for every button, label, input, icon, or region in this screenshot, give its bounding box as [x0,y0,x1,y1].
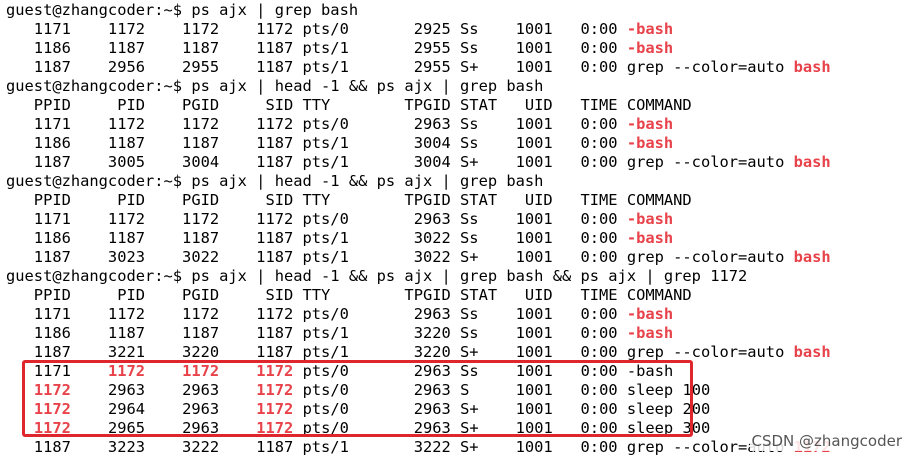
terminal-line: 1186 1187 1187 1187 pts/1 3004 Ss 1001 0… [6,134,673,153]
terminal-line: 1171 1172 1172 1172 pts/0 2925 Ss 1001 0… [6,20,673,39]
terminal-text: PPID PID PGID SID TTY TPGID STAT UID TIM… [6,191,692,209]
terminal-text: 1187 2956 2955 1187 pts/1 2955 S+ 1001 0… [6,58,794,76]
highlighted-match: bash [793,248,831,266]
terminal-text: 1187 3023 3022 1187 pts/1 3022 S+ 1001 0… [6,248,794,266]
highlight-box [22,360,693,437]
terminal-line: 1171 1172 1172 1172 pts/0 2963 Ss 1001 0… [6,115,673,134]
terminal-line: 1187 3023 3022 1187 pts/1 3022 S+ 1001 0… [6,248,831,267]
highlighted-match: bash [793,343,831,361]
highlighted-match: -bash [626,305,674,323]
terminal-line: 1171 1172 1172 1172 pts/0 2963 Ss 1001 0… [6,305,673,324]
terminal-line: PPID PID PGID SID TTY TPGID STAT UID TIM… [6,96,692,115]
terminal-line: 1187 3223 3222 1187 pts/1 3222 S+ 1001 0… [6,438,831,457]
terminal-text: guest@zhangcoder:~$ ps ajx | head -1 && … [6,267,748,285]
terminal-text: 1171 1172 1172 1172 pts/0 2963 Ss 1001 0… [6,210,627,228]
terminal-line: 1186 1187 1187 1187 pts/1 3022 Ss 1001 0… [6,229,673,248]
terminal-line: PPID PID PGID SID TTY TPGID STAT UID TIM… [6,286,692,305]
terminal-text: 1186 1187 1187 1187 pts/1 3004 Ss 1001 0… [6,134,627,152]
terminal-text: 1186 1187 1187 1187 pts/1 3022 Ss 1001 0… [6,229,627,247]
terminal-line: guest@zhangcoder:~$ ps ajx | head -1 && … [6,172,543,191]
terminal-line: guest@zhangcoder:~$ ps ajx | grep bash [6,1,358,20]
terminal-line: 1171 1172 1172 1172 pts/0 2963 Ss 1001 0… [6,210,673,229]
terminal-text: 1186 1187 1187 1187 pts/1 3220 Ss 1001 0… [6,324,627,342]
terminal-text: guest@zhangcoder:~$ ps ajx | head -1 && … [6,172,544,190]
terminal-text: 1171 1172 1172 1172 pts/0 2963 Ss 1001 0… [6,305,627,323]
terminal-text: guest@zhangcoder:~$ ps ajx | head -1 && … [6,77,544,95]
terminal-line: PPID PID PGID SID TTY TPGID STAT UID TIM… [6,191,692,210]
terminal-line: guest@zhangcoder:~$ ps ajx | head -1 && … [6,267,747,286]
highlighted-match: -bash [626,115,674,133]
terminal-text: 1186 1187 1187 1187 pts/1 2955 Ss 1001 0… [6,39,627,57]
highlighted-match: bash [793,153,831,171]
terminal-text: PPID PID PGID SID TTY TPGID STAT UID TIM… [6,286,692,304]
terminal-text: 1187 3223 3222 1187 pts/1 3222 S+ 1001 0… [6,438,794,456]
terminal-text: 1171 1172 1172 1172 pts/0 2963 Ss 1001 0… [6,115,627,133]
terminal-line: 1186 1187 1187 1187 pts/1 2955 Ss 1001 0… [6,39,673,58]
highlighted-match: -bash [626,324,674,342]
highlighted-match: -bash [626,39,674,57]
highlighted-match: -bash [626,210,674,228]
highlighted-match: -bash [626,229,674,247]
terminal-line: 1187 3005 3004 1187 pts/1 3004 S+ 1001 0… [6,153,831,172]
terminal-text: PPID PID PGID SID TTY TPGID STAT UID TIM… [6,96,692,114]
highlighted-match: -bash [626,20,674,38]
terminal-text: 1187 3221 3220 1187 pts/1 3220 S+ 1001 0… [6,343,794,361]
terminal-line: 1186 1187 1187 1187 pts/1 3220 Ss 1001 0… [6,324,673,343]
terminal-line: 1187 2956 2955 1187 pts/1 2955 S+ 1001 0… [6,58,831,77]
watermark: CSDN @zhangcoder [749,431,904,451]
terminal-text: 1171 1172 1172 1172 pts/0 2925 Ss 1001 0… [6,20,627,38]
terminal-text: 1187 3005 3004 1187 pts/1 3004 S+ 1001 0… [6,153,794,171]
terminal-text: guest@zhangcoder:~$ ps ajx | grep bash [6,1,359,19]
highlighted-match: -bash [626,134,674,152]
terminal-window[interactable]: guest@zhangcoder:~$ ps ajx | grep bash 1… [0,0,912,457]
highlighted-match: bash [793,58,831,76]
terminal-line: guest@zhangcoder:~$ ps ajx | head -1 && … [6,77,543,96]
